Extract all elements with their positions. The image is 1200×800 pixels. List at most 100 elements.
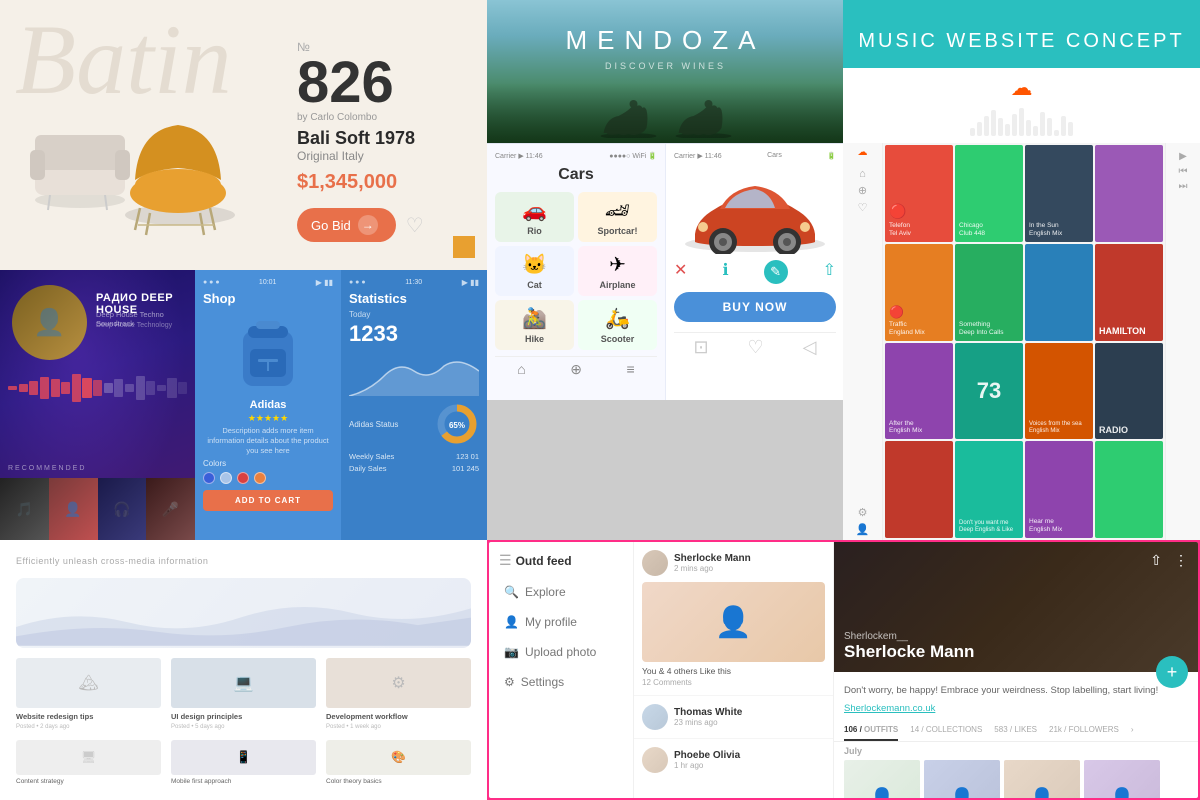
stat-chart	[349, 351, 479, 396]
car-item-sportcar[interactable]: 🏎 Sportcar!	[578, 192, 657, 242]
backpack-illustration	[228, 311, 308, 391]
sc-play-icon[interactable]: ▶	[1179, 151, 1187, 162]
menu-icon[interactable]: ☰	[499, 552, 512, 569]
buy-now-button[interactable]: BUY NOW	[674, 292, 836, 322]
post3-avatar	[642, 747, 668, 773]
sc-logo-small: ☁	[858, 147, 868, 158]
sc-tile-10[interactable]: Voices from the seaEnglish Mix	[1025, 343, 1093, 440]
bookmark-icon[interactable]: ⊡	[693, 337, 708, 358]
nav-search-icon[interactable]: ⊕	[570, 361, 582, 378]
car-item-hike[interactable]: 🚵 Hike	[495, 300, 574, 350]
nav-list-icon[interactable]: ≡	[627, 361, 635, 378]
settings-icon: ⚙	[504, 675, 515, 689]
blog-articles-grid: 🏔 Website redesign tips Posted • 2 days …	[16, 658, 471, 730]
mendoza-panel: MENDOZA DISCOVER WINES	[487, 0, 844, 143]
car-item-airplane[interactable]: ✈ Airplane	[578, 246, 657, 296]
sc-tile-1[interactable]: ChicagoClub 448	[955, 145, 1023, 242]
gallery-item-3[interactable]: 👤	[1004, 760, 1080, 798]
sc-tile-label-2: In the SunEnglish Mix	[1029, 222, 1062, 238]
sc-tile-2[interactable]: In the SunEnglish Mix	[1025, 145, 1093, 242]
color-light[interactable]	[220, 472, 232, 484]
color-red[interactable]	[237, 472, 249, 484]
fashion-menu-item-upload[interactable]: 📷 Upload photo	[489, 637, 633, 667]
sc-nav-settings[interactable]: ⚙	[858, 506, 868, 519]
favorite-icon[interactable]: ♡	[406, 213, 424, 238]
stat-tab-followers[interactable]: 21k / FOLLOWERS	[1049, 720, 1119, 741]
stat-time: 11:30	[405, 279, 422, 286]
edit-icon[interactable]: ✎	[764, 260, 788, 284]
sc-next-icon[interactable]: ⏭	[1179, 181, 1188, 192]
sc-tile-0[interactable]: 🔴 TelefonTel Aviv	[885, 145, 953, 242]
gallery-item-2[interactable]: 👤	[924, 760, 1000, 798]
sc-tile-15[interactable]	[1095, 441, 1163, 538]
stat-tab-outfits[interactable]: 106 / OUTFITS	[844, 720, 898, 741]
sc-tile-11[interactable]: RADIO	[1095, 343, 1163, 440]
rider1-icon	[598, 98, 658, 138]
sc-tile-7[interactable]: HAMILTON	[1095, 244, 1163, 341]
sc-tile-6[interactable]	[1025, 244, 1093, 341]
car-item-rio[interactable]: 🚗 Rio	[495, 192, 574, 242]
fab-plus-button[interactable]: +	[1156, 656, 1188, 688]
sc-nav-home[interactable]: ⌂	[859, 168, 866, 180]
add-to-cart-button[interactable]: ADD TO CART	[203, 490, 333, 511]
sc-prev-icon[interactable]: ⏮	[1179, 166, 1188, 177]
mendoza-title: MENDOZA	[566, 25, 766, 56]
sc-nav-heart[interactable]: ♡	[858, 201, 868, 214]
fashion-menu-item-explore[interactable]: 🔍 Explore	[489, 577, 633, 607]
sc-tile-12[interactable]	[885, 441, 953, 538]
sc-tile-13[interactable]: Don't you want meDeep English & Like	[955, 441, 1023, 538]
color-orange[interactable]	[254, 472, 266, 484]
color-blue[interactable]	[203, 472, 215, 484]
bid-arrow-icon: →	[358, 215, 378, 235]
shop-app-panel: ● ● ● 10:01 ▶ ▮▮ Shop Adidas ★★★★★ De	[195, 270, 487, 540]
blog-articles-row2: 🖥 Content strategy 📱 Mobile first approa…	[16, 740, 471, 786]
article-3: ⚙ Development workflow Posted • 1 week a…	[326, 658, 471, 730]
article-1-title: Website redesign tips	[16, 712, 161, 722]
radio-recommended-label: RECOMMENDED	[8, 465, 86, 472]
sc-nav-user[interactable]: 👤	[856, 523, 870, 536]
waveform	[8, 370, 187, 405]
sc-tile-3[interactable]	[1095, 145, 1163, 242]
car-item-cat[interactable]: 🐱 Cat	[495, 246, 574, 296]
stat-tab-collections[interactable]: 14 / COLLECTIONS	[910, 720, 982, 741]
chair-svg	[20, 30, 250, 260]
stat-chart-svg	[349, 351, 479, 396]
send-icon[interactable]: ◁	[803, 337, 817, 358]
info-icon[interactable]: ℹ	[722, 260, 728, 284]
tab-arrow-icon[interactable]: ›	[1131, 720, 1134, 741]
profile-link[interactable]: Sherlockemann.co.uk	[834, 701, 1198, 720]
stat-tab-likes[interactable]: 583 / LIKES	[994, 720, 1037, 741]
fashion-menu-item-profile[interactable]: 👤 My profile	[489, 607, 633, 637]
profile-gallery: 👤 👤 👤 👤	[834, 760, 1198, 798]
share-icon[interactable]: ⇧	[823, 260, 836, 284]
post2-header: Thomas White 23 mins ago	[642, 704, 825, 730]
shop-colors-label: Colors	[203, 459, 333, 468]
sc-tile-label-5: SomethingDeep Into Calls	[959, 321, 1003, 337]
fashion-post-3: Phoebe Olivia 1 hr ago	[634, 739, 833, 781]
sc-nav-search2[interactable]: ⊕	[858, 184, 867, 197]
sc-tile-4[interactable]: 🔴 TrafficEngland Mix	[885, 244, 953, 341]
sc-tile-9[interactable]: 73	[955, 343, 1023, 440]
sc-tile-5[interactable]: SomethingDeep Into Calls	[955, 244, 1023, 341]
close-icon[interactable]: ✕	[674, 260, 687, 284]
gallery-item-1[interactable]: 👤	[844, 760, 920, 798]
post2-time: 23 mins ago	[674, 718, 742, 727]
gallery-item-4[interactable]: 👤	[1084, 760, 1160, 798]
sc-tile-14[interactable]: Hear meEnglish Mix	[1025, 441, 1093, 538]
fashion-menu-item-settings[interactable]: ⚙ Settings	[489, 667, 633, 697]
share-profile-icon[interactable]: ⇧	[1150, 552, 1162, 569]
cars-detail-status: Carrier ▶ 11:46 Cars 🔋	[674, 152, 836, 160]
nav-home-icon[interactable]: ⌂	[517, 361, 525, 378]
bid-button[interactable]: Go Bid →	[297, 208, 396, 242]
heart-icon[interactable]: ♡	[748, 337, 764, 358]
article-3-img: ⚙	[326, 658, 471, 708]
fashion-feed: Sherlocke Mann 2 mins ago 👤 You & 4 othe…	[634, 542, 834, 798]
more-profile-icon[interactable]: ⋮	[1174, 552, 1188, 569]
stat-panel-title: Statistics	[349, 291, 479, 306]
sc-tile-8[interactable]: After theEnglish Mix	[885, 343, 953, 440]
sc-tile-label-13: Don't you want meDeep English & Like	[959, 520, 1013, 534]
daily-label: Daily Sales	[349, 464, 387, 473]
car-item-scooter[interactable]: 🛵 Scooter	[578, 300, 657, 350]
post3-username: Phoebe Olivia	[674, 750, 740, 761]
car-label-rio: Rio	[527, 226, 542, 236]
